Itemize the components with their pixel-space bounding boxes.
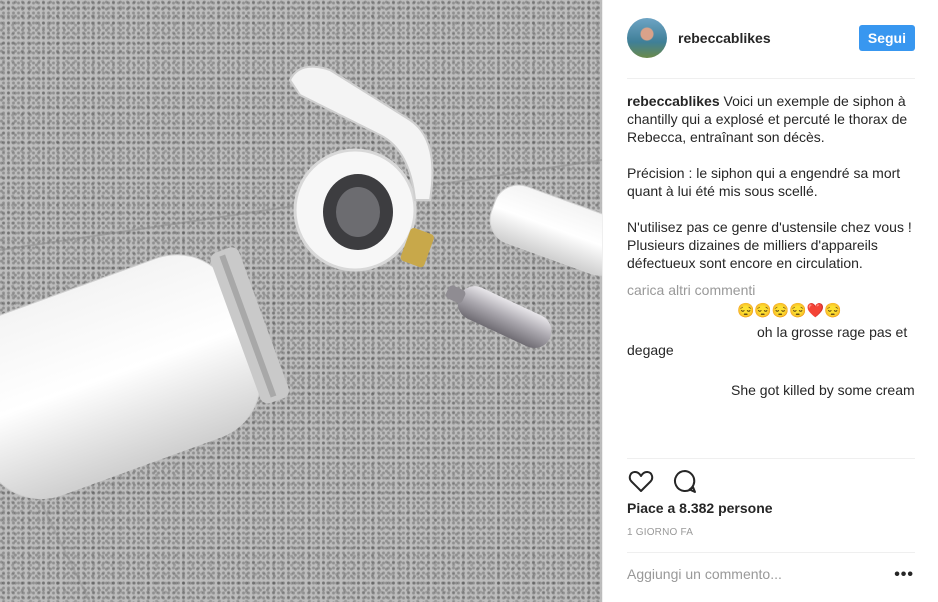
instagram-post: rebeccablikes Segui rebeccablikes Voici … <box>0 0 938 602</box>
caption-username[interactable]: rebeccablikes <box>627 93 720 109</box>
header-username[interactable]: rebeccablikes <box>678 30 771 46</box>
post-side-panel: rebeccablikes Segui rebeccablikes Voici … <box>602 0 938 602</box>
siphon-photo-illustration <box>0 65 602 602</box>
heart-icon[interactable] <box>627 467 655 495</box>
comment-item: 😔😔😔😔❤️😔 <box>737 302 842 318</box>
comment-item: She got killed by some cream <box>627 381 915 399</box>
caption-paragraph-2: Précision : le siphon qui a engendré sa … <box>627 165 901 199</box>
comment-text: oh la grosse rage pas et degage <box>627 324 908 358</box>
avatar[interactable] <box>627 18 667 58</box>
follow-button[interactable]: Segui <box>858 25 915 51</box>
post-header: rebeccablikes Segui <box>627 18 915 60</box>
comment-text: She got killed by some cream <box>731 382 915 398</box>
post-caption: rebeccablikes Voici un exemple de siphon… <box>627 92 915 272</box>
likes-count[interactable]: Piace a 8.382 persone <box>627 500 773 516</box>
load-more-comments[interactable]: carica altri commenti <box>627 281 915 299</box>
add-comment-input[interactable] <box>627 562 887 586</box>
post-photo[interactable] <box>0 0 602 602</box>
comments-list[interactable]: rebeccablikes Voici un exemple de siphon… <box>627 92 915 458</box>
divider <box>627 78 915 79</box>
caption-paragraph-1: rebeccablikes Voici un exemple de siphon… <box>627 92 915 146</box>
caption-paragraph-3: N'utilisez pas ce genre d'ustensile chez… <box>627 219 912 271</box>
comment-item: oh la grosse rage pas et degage <box>627 323 915 359</box>
post-actions <box>627 467 711 495</box>
divider <box>627 458 915 459</box>
comment-icon[interactable] <box>671 467 699 495</box>
more-options-icon[interactable]: ••• <box>894 566 914 584</box>
post-timestamp[interactable]: 1 GIORNO FA <box>627 527 693 538</box>
divider <box>627 552 915 553</box>
